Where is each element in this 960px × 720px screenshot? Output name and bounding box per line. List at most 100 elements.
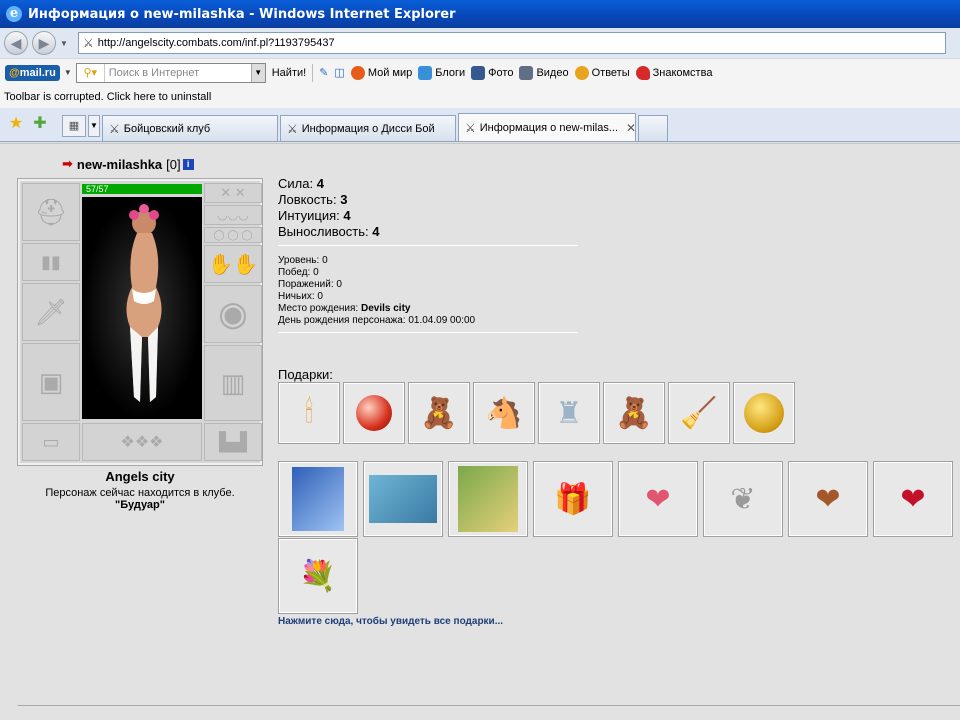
info-losses: Поражений: 0 <box>278 279 342 290</box>
forward-button[interactable]: ▶ <box>32 31 56 55</box>
character-city: Angels city <box>105 469 175 484</box>
belt-slot[interactable]: ▭ <box>22 423 80 461</box>
gift-box[interactable]: 🎁 <box>533 461 613 537</box>
gift-card-2009-envelope[interactable] <box>363 461 443 537</box>
info-icon[interactable]: i <box>182 158 194 170</box>
info-draws: Ничьих: 0 <box>278 291 323 302</box>
clan-emblem: ❖❖❖ <box>82 423 202 461</box>
gloves-slot[interactable]: ✋✋ <box>204 245 262 283</box>
candle-icon: 🕯 <box>304 396 314 429</box>
address-bar[interactable]: ⚔ http://angelscity.combats.com/inf.pl?1… <box>78 32 946 54</box>
gift-statue[interactable]: ♜ <box>538 382 600 444</box>
gift-broom[interactable]: 🧹 <box>668 382 730 444</box>
magnify-icon[interactable]: ◫ <box>334 66 344 79</box>
tab-list-dropdown[interactable]: ▼ <box>88 115 100 137</box>
info-level: Уровень: 0 <box>278 255 328 266</box>
armor-icon: ▣ <box>38 366 64 397</box>
back-button[interactable]: ◀ <box>4 31 28 55</box>
stat-intuition: Интуиция: 4 <box>278 208 351 223</box>
see-all-gifts-link[interactable]: Нажмите сюда, чтобы увидеть все подарки.… <box>278 616 503 627</box>
boots-slot[interactable]: ▙▟ <box>204 423 262 461</box>
mailru-menu-dropdown[interactable]: ▼ <box>64 68 72 77</box>
gift-teddy-bear[interactable]: 🧸 <box>408 382 470 444</box>
gift-candle[interactable]: 🕯 <box>278 382 340 444</box>
gift-box-icon: 🎁 <box>554 482 592 516</box>
quick-tabs-icon[interactable]: ▦ <box>62 115 86 137</box>
toolbar-separator <box>312 63 314 82</box>
link-dating[interactable]: Знакомства <box>635 65 712 80</box>
necklace-icon: ◡◡◡ <box>217 208 249 222</box>
tab-fight-club[interactable]: ⚔ Бойцовский клуб <box>102 115 278 141</box>
link-answers[interactable]: Ответы <box>574 65 630 80</box>
rocking-horse-icon: 🐴 <box>485 396 523 430</box>
character-level: [0] <box>166 156 181 172</box>
gift-heart-silver[interactable]: ❦ <box>703 461 783 537</box>
tab-bar: ★ ✚ ▦ ▼ ⚔ Бойцовский клуб ⚔ Информация о… <box>0 108 960 142</box>
helmet-slot[interactable]: ⛑ <box>22 183 80 241</box>
address-url: http://angelscity.combats.com/inf.pl?119… <box>97 37 335 49</box>
gift-teddy-bear-2[interactable]: 🧸 <box>603 382 665 444</box>
divider <box>278 245 578 246</box>
window-titlebar: e Информация о new-milashka - Windows In… <box>0 0 960 28</box>
camera-icon <box>471 65 486 80</box>
helmet-icon: ⛑ <box>34 196 68 227</box>
crossed-swords-icon: ✕ ✕ <box>220 185 246 200</box>
search-dropdown[interactable]: ▼ <box>250 63 265 82</box>
rings-slot[interactable]: ◯ ◯ ◯ <box>204 227 262 243</box>
link-photo[interactable]: Фото <box>471 65 513 80</box>
gift-rocking-horse[interactable]: 🐴 <box>473 382 535 444</box>
new-tab-button[interactable] <box>638 115 668 141</box>
rings-icon: ◯ ◯ ◯ <box>213 229 253 241</box>
gift-flower-basket[interactable]: 💐 <box>278 538 358 614</box>
video-icon <box>519 65 534 80</box>
heart-icon: ❤ <box>645 482 671 516</box>
basket-icon: 💐 <box>299 559 337 593</box>
add-favorite-icon[interactable]: ✚ <box>28 111 52 137</box>
gift-heart-love-you[interactable]: ❤ <box>873 461 953 537</box>
swords-icon: ⚔ <box>109 121 120 136</box>
tab-dissi-boy[interactable]: ⚔ Информация о Дисси Бой <box>280 115 456 141</box>
toolbar-corrupted-notice[interactable]: Toolbar is corrupted. Click here to unin… <box>0 86 960 108</box>
gift-card-2009-tree[interactable] <box>448 461 528 537</box>
weapon-slot[interactable]: 🗡 <box>22 283 80 341</box>
link-blogs[interactable]: Блоги <box>418 65 465 80</box>
ring-slots-top[interactable]: ✕ ✕ <box>204 183 262 203</box>
room-name: "Будуар" <box>115 499 165 511</box>
shield-slot[interactable]: ◉ <box>204 285 262 343</box>
window-title: Информация о new-milashka - Windows Inte… <box>28 6 456 22</box>
character-location: Персонаж сейчас находится в клубе. "Буду… <box>0 487 280 511</box>
info-birthplace: Место рождения: Devils city <box>278 303 411 314</box>
stat-endurance: Выносливость: 4 <box>278 224 380 239</box>
gift-crystal-ball[interactable] <box>343 382 405 444</box>
gift-heart-pink[interactable]: ❤ <box>618 461 698 537</box>
mailru-logo[interactable]: @mail.ru <box>5 64 60 81</box>
legs-slot[interactable]: ▥ <box>204 345 262 421</box>
stat-agility: Ловкость: 3 <box>278 192 348 207</box>
heart-icon <box>635 65 650 80</box>
link-video[interactable]: Видео <box>519 65 569 80</box>
teddy-bear-icon: 🧸 <box>615 396 653 430</box>
blogs-icon <box>418 65 433 80</box>
search-provider-icon[interactable]: ⚲▾ <box>77 63 105 82</box>
search-button[interactable]: Найти! <box>272 67 306 79</box>
shield-icon: ◉ <box>218 295 248 333</box>
close-tab-icon[interactable]: ✕ <box>626 121 635 135</box>
bracers-slot[interactable]: ▮▮ <box>22 243 80 281</box>
history-dropdown[interactable]: ▼ <box>60 39 72 48</box>
tab-new-milashka[interactable]: ⚔ Информация о new-milas... ✕ <box>458 113 636 141</box>
gloves-icon: ✋✋ <box>208 253 258 276</box>
search-input[interactable]: ⚲▾ Поиск в Интернет ▼ <box>75 62 266 83</box>
gift-gold-coin[interactable] <box>733 382 795 444</box>
armor-slot[interactable]: ▣ <box>22 343 80 421</box>
character-header: ➡ new-milashka [0] i <box>62 156 194 172</box>
mailru-toolbar: @mail.ru ▼ ⚲▾ Поиск в Интернет ▼ Найти! … <box>0 58 960 86</box>
favorites-star-icon[interactable]: ★ <box>4 111 28 137</box>
teddy-bear-icon: 🧸 <box>420 396 458 430</box>
link-my-world[interactable]: Мой мир <box>350 65 412 80</box>
necklace-slot[interactable]: ◡◡◡ <box>204 205 262 225</box>
gift-card-2009-blue[interactable] <box>278 461 358 537</box>
pencil-icon[interactable]: ✎ <box>319 66 328 79</box>
avatar-figure <box>126 204 162 402</box>
gift-chocolate-heart[interactable]: ❤ <box>788 461 868 537</box>
belt-icon: ▭ <box>42 431 60 452</box>
